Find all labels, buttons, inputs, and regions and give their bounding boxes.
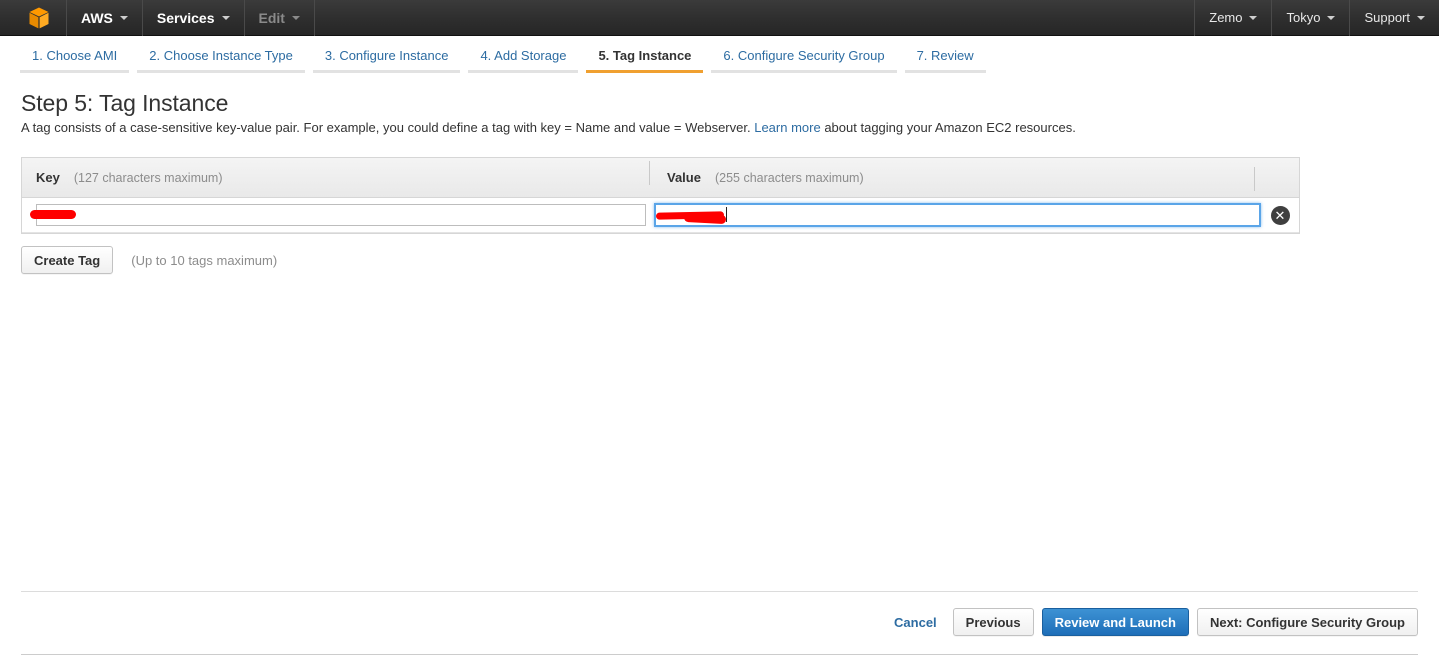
- step-tab-configure-instance[interactable]: 3. Configure Instance: [312, 44, 461, 73]
- nav-item-account[interactable]: Zemo: [1195, 0, 1271, 36]
- review-and-launch-button[interactable]: Review and Launch: [1041, 608, 1189, 636]
- step-tab-add-storage[interactable]: 4. Add Storage: [468, 44, 579, 73]
- nav-divider-4: [313, 0, 315, 36]
- page-description: A tag consists of a case-sensitive key-v…: [21, 120, 1076, 135]
- nav-item-account-label: Zemo: [1209, 10, 1243, 25]
- cancel-button[interactable]: Cancel: [894, 615, 937, 630]
- chevron-down-icon: [119, 15, 128, 20]
- nav-item-region[interactable]: Tokyo: [1272, 0, 1349, 36]
- value-column-label: Value: [667, 170, 701, 185]
- next-configure-security-group-button[interactable]: Next: Configure Security Group: [1196, 608, 1418, 636]
- nav-item-edit[interactable]: Edit: [245, 0, 314, 36]
- tag-table-key-column-header: Key (127 characters maximum): [22, 170, 649, 185]
- wizard-step-tabs: 1. Choose AMI 2. Choose Instance Type 3.…: [0, 37, 1439, 73]
- key-column-hint: (127 characters maximum): [73, 171, 223, 185]
- table-row: ✕: [22, 198, 1299, 233]
- nav-item-aws[interactable]: AWS: [67, 0, 142, 36]
- create-tag-hint: (Up to 10 tags maximum): [131, 252, 278, 268]
- footer-divider: [21, 654, 1418, 655]
- step-tab-choose-ami[interactable]: 1. Choose AMI: [20, 44, 130, 73]
- create-tag-row: Create Tag (Up to 10 tags maximum): [21, 246, 277, 274]
- close-circle-icon[interactable]: ✕: [1270, 205, 1290, 225]
- page-description-text-before: A tag consists of a case-sensitive key-v…: [21, 120, 751, 135]
- nav-item-region-label: Tokyo: [1286, 10, 1321, 25]
- page-title: Step 5: Tag Instance: [21, 90, 229, 116]
- chevron-down-icon: [291, 15, 300, 20]
- nav-item-support[interactable]: Support: [1350, 0, 1439, 36]
- tag-value-cell: [646, 203, 1261, 227]
- content-divider: [21, 591, 1418, 592]
- text-cursor: [726, 207, 727, 222]
- tag-table-value-column-header: Value (255 characters maximum): [649, 161, 1254, 185]
- aws-cube-icon[interactable]: [26, 5, 52, 31]
- chevron-down-icon: [1249, 15, 1258, 20]
- tag-table-header-row: Key (127 characters maximum) Value (255 …: [22, 158, 1299, 198]
- chevron-down-icon: [1327, 15, 1336, 20]
- wizard-action-bar: Cancel Previous Review and Launch Next: …: [0, 598, 1439, 646]
- nav-item-services[interactable]: Services: [143, 0, 244, 36]
- previous-button[interactable]: Previous: [952, 608, 1034, 636]
- tag-value-input[interactable]: [654, 203, 1261, 227]
- create-tag-button[interactable]: Create Tag: [21, 246, 114, 274]
- nav-item-edit-label: Edit: [258, 9, 285, 26]
- learn-more-link[interactable]: Learn more: [754, 120, 820, 135]
- nav-item-services-label: Services: [156, 9, 215, 26]
- value-column-hint: (255 characters maximum): [714, 171, 864, 185]
- tag-key-cell: [22, 204, 646, 226]
- chevron-down-icon: [221, 15, 230, 20]
- nav-item-support-label: Support: [1364, 10, 1410, 25]
- step-tab-configure-security-group[interactable]: 6. Configure Security Group: [711, 44, 897, 73]
- step-tab-tag-instance[interactable]: 5. Tag Instance: [586, 44, 704, 73]
- step-tab-review[interactable]: 7. Review: [904, 44, 986, 73]
- tag-key-input[interactable]: [36, 204, 646, 226]
- tag-row-action-cell: ✕: [1261, 205, 1299, 225]
- key-column-label: Key: [36, 170, 60, 185]
- step-tab-choose-instance-type[interactable]: 2. Choose Instance Type: [137, 44, 305, 73]
- page-description-text-after: about tagging your Amazon EC2 resources.: [824, 120, 1076, 135]
- chevron-down-icon: [1417, 15, 1425, 20]
- top-navigation-bar: AWS Services Edit Zemo Tokyo Support: [0, 0, 1439, 36]
- tag-table: Key (127 characters maximum) Value (255 …: [21, 157, 1300, 234]
- nav-item-aws-label: AWS: [81, 9, 113, 26]
